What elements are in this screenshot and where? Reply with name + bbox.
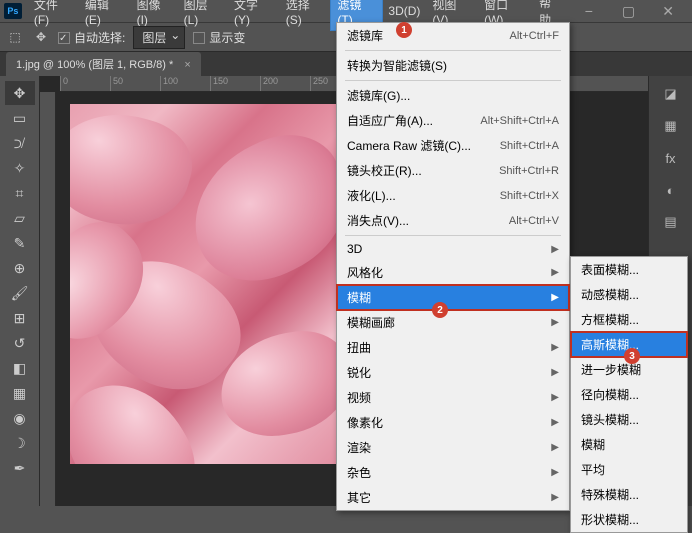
auto-select-dropdown[interactable]: 图层	[133, 26, 185, 49]
document-tab[interactable]: 1.jpg @ 100% (图层 1, RGB/8) * ×	[6, 52, 201, 76]
menu-item-模糊[interactable]: 模糊▶	[337, 285, 569, 310]
color-panel-icon[interactable]: ◪	[656, 80, 686, 108]
eraser-tool[interactable]: ◧	[5, 356, 35, 380]
close-icon[interactable]: ×	[184, 59, 190, 71]
tab-title: 1.jpg @ 100% (图层 1, RGB/8) *	[16, 59, 173, 71]
menu-item-其它[interactable]: 其它▶	[337, 485, 569, 510]
submenu-item-平均[interactable]: 平均	[571, 457, 687, 482]
menu-item-镜头校正(R)...[interactable]: 镜头校正(R)...Shift+Ctrl+R	[337, 158, 569, 183]
maximize-button[interactable]: ▢	[609, 0, 649, 22]
submenu-item-镜头模糊...[interactable]: 镜头模糊...	[571, 407, 687, 432]
close-button[interactable]: ✕	[648, 0, 688, 22]
fx-icon[interactable]: fx	[656, 144, 686, 172]
lasso-tool[interactable]: ⟉	[5, 131, 35, 155]
dodge-tool[interactable]: ☽	[5, 431, 35, 455]
filter-menu-dropdown: 滤镜库Alt+Ctrl+F 转换为智能滤镜(S) 滤镜库(G)...自适应广角(A)…	[336, 22, 570, 511]
minimize-button[interactable]: −	[569, 0, 609, 22]
ruler-tick: 100	[160, 76, 210, 91]
annotation-badge-3: 3	[624, 348, 640, 364]
submenu-item-特殊模糊...[interactable]: 特殊模糊...	[571, 482, 687, 507]
ruler-vertical	[40, 92, 56, 506]
eyedropper-tool[interactable]: ✎	[5, 231, 35, 255]
layers-panel-icon[interactable]: ▤	[656, 208, 686, 236]
menu-edit[interactable]: 编辑(E)	[79, 0, 131, 30]
frame-tool[interactable]: ▱	[5, 206, 35, 230]
menu-item-杂色[interactable]: 杂色▶	[337, 460, 569, 485]
menu-file[interactable]: 文件(F)	[28, 0, 79, 30]
swatches-panel-icon[interactable]: ▦	[656, 112, 686, 140]
blur-submenu: 表面模糊...动感模糊...方框模糊...高斯模糊...进一步模糊径向模糊...…	[570, 256, 688, 533]
home-icon[interactable]: ⬚	[6, 28, 24, 46]
annotation-badge-1: 1	[396, 22, 412, 38]
marquee-tool[interactable]: ▭	[5, 106, 35, 130]
menu-item-消失点(V)...[interactable]: 消失点(V)...Alt+Ctrl+V	[337, 208, 569, 233]
menu-item-像素化[interactable]: 像素化▶	[337, 410, 569, 435]
auto-select-checkbox[interactable]: 自动选择:	[58, 29, 125, 46]
ruler-tick: 50	[110, 76, 160, 91]
menu-type[interactable]: 文字(Y)	[228, 0, 280, 30]
submenu-item-方框模糊...[interactable]: 方框模糊...	[571, 307, 687, 332]
gradient-tool[interactable]: ▦	[5, 381, 35, 405]
ruler-tick: 200	[260, 76, 310, 91]
menu-item-3D[interactable]: 3D▶	[337, 238, 569, 260]
submenu-item-形状模糊...[interactable]: 形状模糊...	[571, 507, 687, 532]
move-tool-icon[interactable]: ✥	[32, 28, 50, 46]
menu-select[interactable]: 选择(S)	[280, 0, 332, 30]
menu-item-风格化[interactable]: 风格化▶	[337, 260, 569, 285]
menu-item-滤镜库(G)...[interactable]: 滤镜库(G)...	[337, 83, 569, 108]
ruler-tick: 0	[60, 76, 110, 91]
submenu-item-动感模糊...[interactable]: 动感模糊...	[571, 282, 687, 307]
submenu-item-模糊[interactable]: 模糊	[571, 432, 687, 457]
menu-3d[interactable]: 3D(D)	[382, 1, 426, 21]
canvas[interactable]	[70, 104, 370, 464]
blur-tool[interactable]: ◉	[5, 406, 35, 430]
move-tool[interactable]: ✥	[5, 81, 35, 105]
submenu-item-径向模糊...[interactable]: 径向模糊...	[571, 382, 687, 407]
menu-item-自适应广角(A)...[interactable]: 自适应广角(A)...Alt+Shift+Ctrl+A	[337, 108, 569, 133]
crop-tool[interactable]: ⌗	[5, 181, 35, 205]
menu-item-液化(L)...[interactable]: 液化(L)...Shift+Ctrl+X	[337, 183, 569, 208]
image-content	[70, 104, 202, 240]
menu-item-转换为智能滤镜(S)[interactable]: 转换为智能滤镜(S)	[337, 53, 569, 78]
show-transform-checkbox[interactable]: 显示变	[193, 29, 245, 46]
adjustments-panel-icon[interactable]: ◐	[656, 176, 686, 204]
menu-item-滤镜库[interactable]: 滤镜库Alt+Ctrl+F	[337, 23, 569, 48]
menu-item-Camera Raw 滤镜(C)...[interactable]: Camera Raw 滤镜(C)...Shift+Ctrl+A	[337, 133, 569, 158]
menu-item-渲染[interactable]: 渲染▶	[337, 435, 569, 460]
healing-tool[interactable]: ⊕	[5, 256, 35, 280]
history-brush-tool[interactable]: ↺	[5, 331, 35, 355]
pen-tool[interactable]: ✒	[5, 456, 35, 480]
menu-item-扭曲[interactable]: 扭曲▶	[337, 335, 569, 360]
menu-item-模糊画廊[interactable]: 模糊画廊▶	[337, 310, 569, 335]
ruler-tick: 150	[210, 76, 260, 91]
brush-tool[interactable]: 🖌	[5, 281, 35, 305]
stamp-tool[interactable]: ⊞	[5, 306, 35, 330]
annotation-badge-2: 2	[432, 302, 448, 318]
submenu-item-表面模糊...[interactable]: 表面模糊...	[571, 257, 687, 282]
app-logo: Ps	[4, 3, 22, 19]
menu-item-锐化[interactable]: 锐化▶	[337, 360, 569, 385]
menu-item-视频[interactable]: 视频▶	[337, 385, 569, 410]
wand-tool[interactable]: ✧	[5, 156, 35, 180]
tools-panel: ✥ ▭ ⟉ ✧ ⌗ ▱ ✎ ⊕ 🖌 ⊞ ↺ ◧ ▦ ◉ ☽ ✒	[0, 76, 40, 506]
menu-bar: Ps 文件(F) 编辑(E) 图像(I) 图层(L) 文字(Y) 选择(S) 滤…	[0, 0, 692, 22]
